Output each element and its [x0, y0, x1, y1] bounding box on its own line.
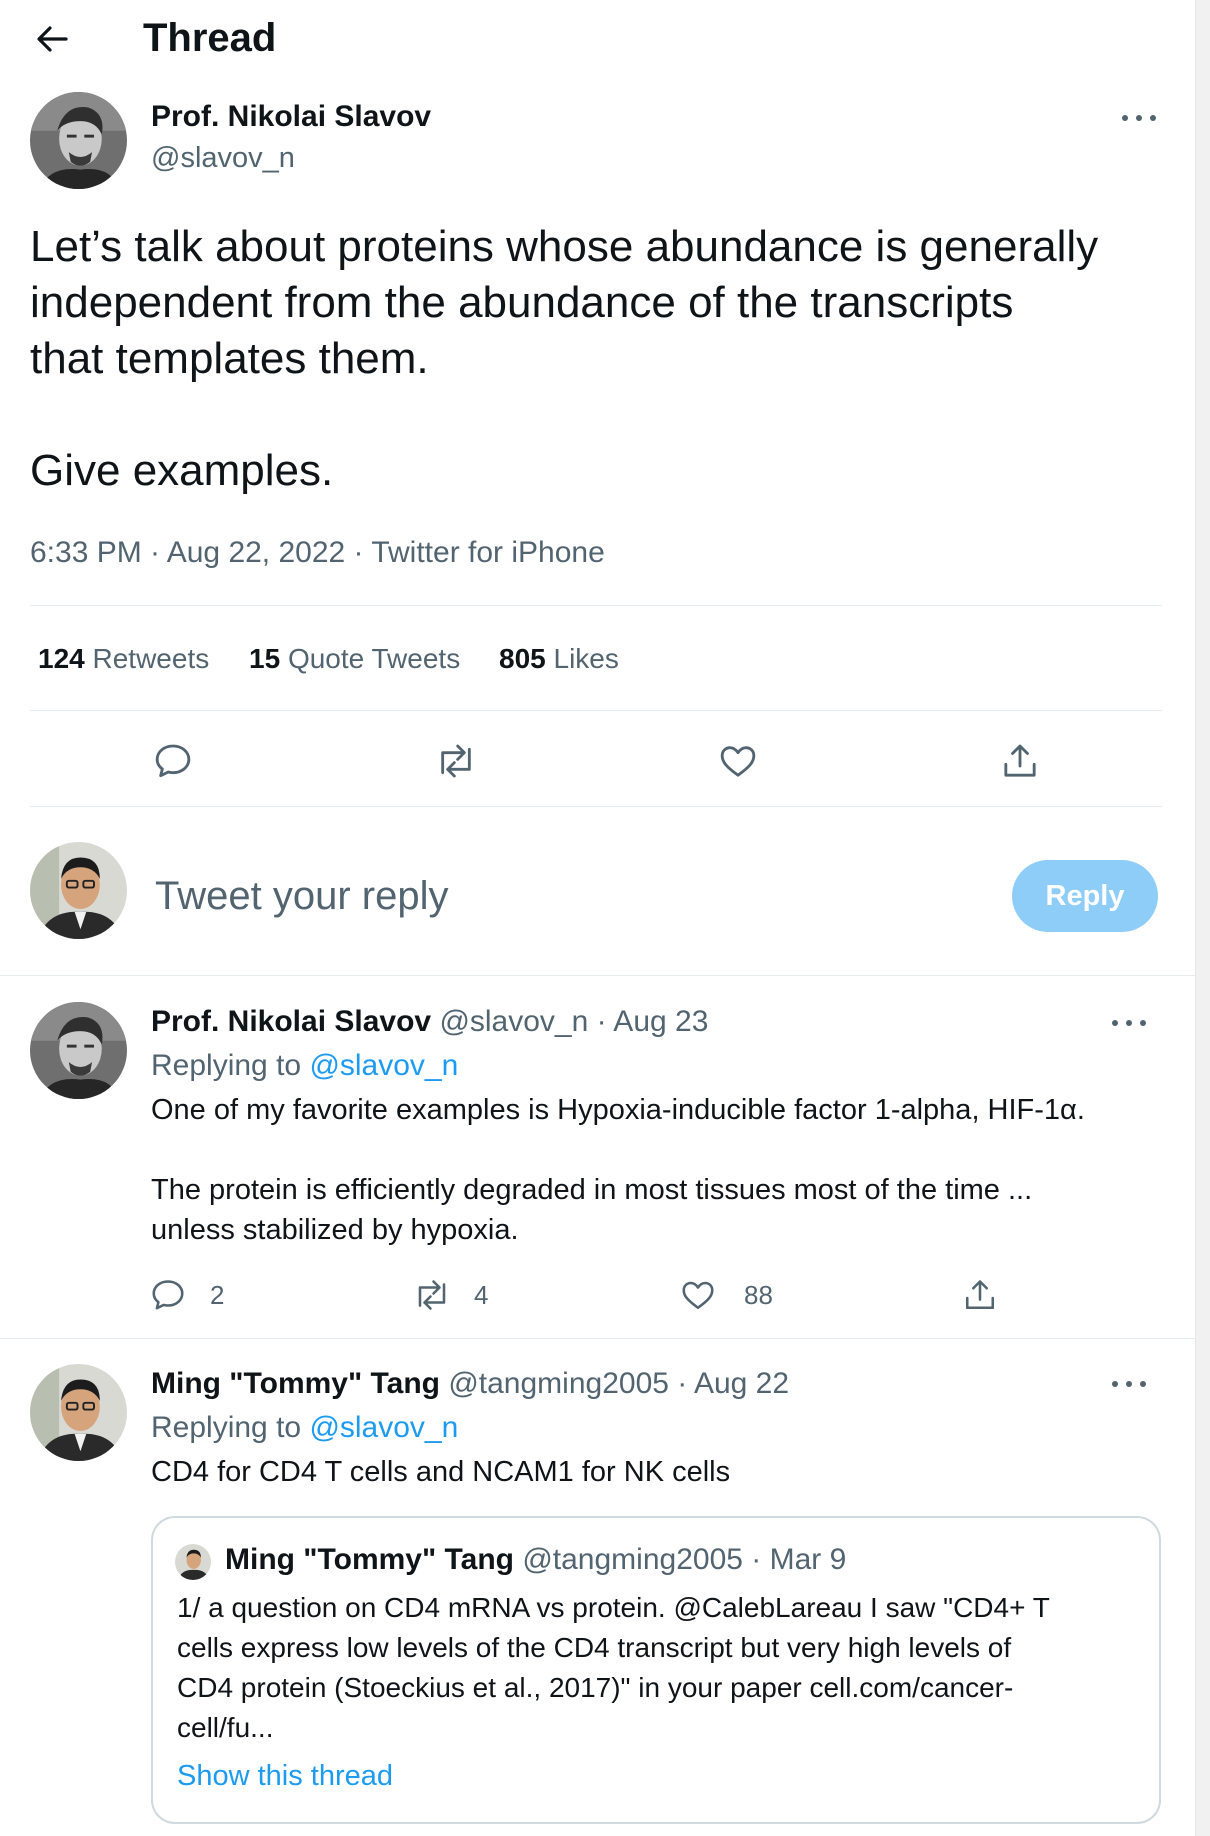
back-button[interactable] — [22, 14, 82, 64]
quoted-tweet-card[interactable]: Ming "Tommy" Tang @tangming2005 · Mar 9 … — [151, 1516, 1161, 1824]
quoted-text-line-4: cell/fu... — [177, 1712, 274, 1743]
reply1-like-count: 88 — [744, 1279, 773, 1310]
scrollbar-track[interactable] — [1195, 0, 1210, 1836]
tweet-text-line-2: independent from the abundance of the tr… — [30, 278, 1014, 327]
likes-count: 805 — [499, 643, 546, 674]
replying-to-handle[interactable]: @slavov_n — [309, 1049, 458, 1082]
reply1-share-action[interactable] — [962, 1272, 998, 1318]
quoted-author-handle: @tangming2005 — [522, 1543, 743, 1576]
reply1-author-name[interactable]: Prof. Nikolai Slavov — [151, 1005, 431, 1038]
reply2-more-button[interactable] — [1112, 1374, 1146, 1394]
reply1-like-action[interactable]: 88 — [680, 1272, 773, 1318]
page-title: Thread — [143, 16, 277, 60]
retweet-icon — [441, 744, 471, 778]
more-options-button[interactable] — [1122, 108, 1156, 128]
like-icon — [682, 1281, 714, 1310]
retweets-label: Retweets — [92, 643, 210, 674]
divider — [0, 975, 1195, 976]
retweets-count: 124 — [38, 643, 85, 674]
like-icon — [720, 746, 756, 777]
quoted-date: · Mar 9 — [751, 1543, 847, 1576]
reply-icon — [152, 1280, 184, 1310]
reply2-text: CD4 for CD4 T cells and NCAM1 for NK cel… — [151, 1456, 731, 1488]
tweet-text-line-3: that templates them. — [30, 334, 429, 383]
quoted-author-name: Ming "Tommy" Tang — [225, 1543, 514, 1576]
tweet-timestamp[interactable]: 6:33 PM · Aug 22, 2022 · Twitter for iPh… — [30, 535, 605, 571]
retweets-stat[interactable]: 124 Retweets — [38, 641, 209, 677]
reply1-text-line-1: One of my favorite examples is Hypoxia-i… — [151, 1094, 1085, 1126]
author-handle[interactable]: @slavov_n — [151, 140, 295, 176]
author-avatar[interactable] — [30, 92, 127, 189]
divider — [30, 806, 1162, 807]
divider — [30, 605, 1162, 606]
quoted-tweet-header: Ming "Tommy" Tang @tangming2005 · Mar 9 — [225, 1542, 846, 1578]
tweet-text-line-1: Let’s talk about proteins whose abundanc… — [30, 222, 1099, 271]
reply1-author-handle[interactable]: @slavov_n — [439, 1005, 588, 1038]
reply1-avatar[interactable] — [30, 1002, 127, 1099]
author-name[interactable]: Prof. Nikolai Slavov — [151, 99, 431, 135]
reply1-date[interactable]: · Aug 23 — [597, 1005, 709, 1038]
reply2-author-handle[interactable]: @tangming2005 — [448, 1367, 669, 1400]
reply1-reply-action[interactable]: 2 — [150, 1272, 224, 1318]
quotes-label: Quote Tweets — [287, 643, 461, 674]
reply1-more-button[interactable] — [1112, 1013, 1146, 1033]
reply1-reply-count: 2 — [210, 1279, 225, 1310]
like-action-button[interactable] — [712, 735, 764, 787]
reply2-date[interactable]: · Aug 22 — [677, 1367, 789, 1400]
tweet-text-line-4: Give examples. — [30, 446, 334, 495]
divider — [0, 1338, 1195, 1339]
reply2-replying-to: Replying to @slavov_n — [151, 1410, 458, 1446]
quoted-text-line-1: 1/ a question on CD4 mRNA vs protein. @C… — [177, 1592, 1050, 1623]
retweet-action-button[interactable] — [430, 735, 482, 787]
replying-to-label: Replying to — [151, 1049, 302, 1082]
quote-tweets-stat[interactable]: 15 Quote Tweets — [249, 641, 460, 677]
share-icon — [965, 1280, 995, 1310]
reply1-retweet-count: 4 — [474, 1279, 489, 1310]
reply-action-button[interactable] — [147, 735, 199, 787]
divider — [30, 710, 1162, 711]
quoted-text-line-3: CD4 protein (Stoeckius et al., 2017)" in… — [177, 1672, 1014, 1703]
current-user-avatar[interactable] — [30, 842, 127, 939]
retweet-icon — [418, 1280, 446, 1310]
replying-to-handle[interactable]: @slavov_n — [309, 1411, 458, 1444]
quotes-count: 15 — [249, 643, 281, 674]
show-thread-link[interactable]: Show this thread — [177, 1758, 393, 1794]
likes-label: Likes — [553, 643, 619, 674]
reply-submit-button[interactable]: Reply — [1012, 860, 1158, 932]
reply-icon — [155, 744, 191, 778]
replying-to-label: Replying to — [151, 1411, 302, 1444]
reply1-text-line-3: unless stabilized by hypoxia. — [151, 1214, 519, 1246]
quoted-text-line-2: cells express low levels of the CD4 tran… — [177, 1632, 1012, 1663]
reply1-header: Prof. Nikolai Slavov @slavov_n · Aug 23 — [151, 1004, 708, 1040]
share-action-button[interactable] — [994, 735, 1046, 787]
reply2-avatar[interactable] — [30, 1364, 127, 1461]
reply1-text-line-2: The protein is efficiently degraded in m… — [151, 1174, 1033, 1206]
reply2-header: Ming "Tommy" Tang @tangming2005 · Aug 22 — [151, 1366, 789, 1402]
reply1-retweet-action[interactable]: 4 — [412, 1272, 488, 1318]
quoted-tweet-avatar — [175, 1544, 211, 1580]
share-icon — [1004, 744, 1036, 777]
reply2-author-name[interactable]: Ming "Tommy" Tang — [151, 1367, 440, 1400]
likes-stat[interactable]: 805 Likes — [499, 641, 619, 677]
reply-composer-input[interactable]: Tweet your reply — [155, 872, 975, 920]
reply1-replying-to: Replying to @slavov_n — [151, 1048, 458, 1084]
back-arrow-icon — [37, 26, 68, 52]
thread-column: Thread Prof. Nikolai Slavov @slavov_n Le… — [0, 0, 1195, 1836]
